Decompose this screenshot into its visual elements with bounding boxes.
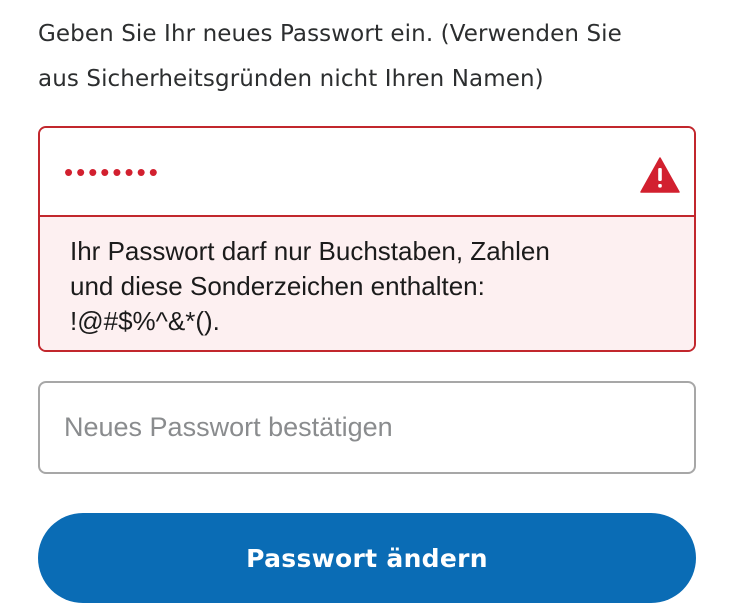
error-line-1: Ihr Passwort darf nur Buchstaben, Zahlen xyxy=(70,236,550,266)
instructions-line-1: Geben Sie Ihr neues Passwort ein. (Verwe… xyxy=(38,21,622,47)
error-line-3: !@#$%^&*(). xyxy=(70,306,220,336)
new-password-field: •••••••• Ihr Passwort darf nur Buchstabe… xyxy=(38,126,696,352)
error-line-2: und diese Sonderzeichen enthalten: xyxy=(70,271,485,301)
instructions-line-2: aus Sicherheitsgründen nicht Ihren Namen… xyxy=(38,66,544,92)
password-error-message: Ihr Passwort darf nur Buchstaben, Zahlen… xyxy=(40,217,694,350)
confirm-password-input[interactable]: Neues Passwort bestätigen xyxy=(38,381,696,474)
new-password-input[interactable]: •••••••• xyxy=(40,128,694,217)
change-password-page: Geben Sie Ihr neues Passwort ein. (Verwe… xyxy=(0,0,733,608)
password-mask: •••••••• xyxy=(64,157,161,187)
instructions-text: Geben Sie Ihr neues Passwort ein. (Verwe… xyxy=(38,12,698,102)
confirm-password-placeholder: Neues Passwort bestätigen xyxy=(64,412,393,442)
change-password-button[interactable]: Passwort ändern xyxy=(38,513,696,603)
warning-triangle-icon xyxy=(640,157,680,193)
